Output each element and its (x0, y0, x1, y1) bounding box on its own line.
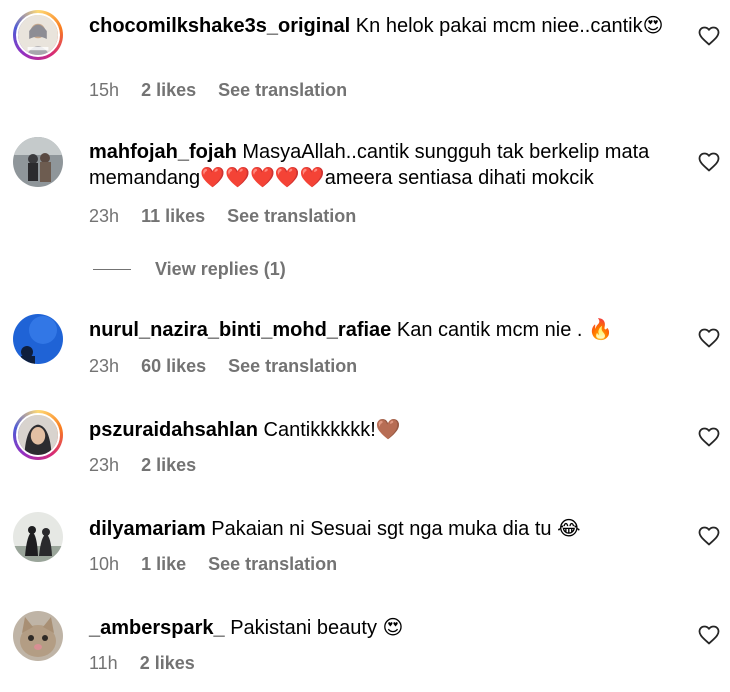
comment-username[interactable]: _amberspark_ (89, 617, 225, 639)
comment-text: dilyamariam Pakaian ni Sesuai sgt nga mu… (89, 515, 689, 542)
comment-username[interactable]: mahfojah_fojah (89, 141, 237, 163)
avatar[interactable] (13, 10, 63, 60)
comment-meta: 23h 2 likes (89, 455, 213, 476)
emoji: 🔥 (588, 317, 613, 341)
comment-body: Kn helok pakai mcm niee..cantik (355, 15, 643, 37)
comment-likes[interactable]: 60 likes (141, 356, 206, 376)
heart-outline-icon[interactable] (697, 425, 721, 449)
comment-time: 11h (89, 653, 118, 673)
comment-likes[interactable]: 2 likes (140, 653, 195, 673)
view-replies-button[interactable]: View replies (1) (93, 258, 286, 280)
heart-outline-icon[interactable] (697, 24, 721, 48)
emoji: 😂 (557, 516, 581, 540)
heart-outline-icon[interactable] (697, 150, 721, 174)
comment-body: Kan cantik mcm nie . (396, 319, 583, 341)
see-translation-link[interactable]: See translation (227, 206, 356, 226)
see-translation-link[interactable]: See translation (208, 554, 337, 574)
comment-time: 23h (89, 455, 120, 475)
avatar[interactable] (13, 137, 63, 187)
heart-outline-icon[interactable] (697, 623, 721, 647)
comment-body: Pakaian ni Sesuai sgt nga muka dia tu (211, 518, 552, 540)
avatar[interactable] (13, 314, 63, 364)
comment-meta: 10h 1 like See translation (89, 554, 354, 575)
comment-body: Pakistani beauty (230, 617, 377, 639)
replies-divider (93, 268, 131, 270)
see-translation-link[interactable]: See translation (228, 356, 357, 376)
comment-text: chocomilkshake3s_original Kn helok pakai… (89, 12, 689, 39)
comment-meta: 23h 11 likes See translation (89, 206, 373, 227)
comment-text: _amberspark_ Pakistani beauty 😍 (89, 614, 689, 641)
comment-text: nurul_nazira_binti_mohd_rafiae Kan canti… (89, 316, 689, 343)
comment-text: pszuraidahsahlan Cantikkkkkk!🤎 (89, 416, 689, 443)
avatar[interactable] (13, 611, 63, 661)
comment-meta: 15h 2 likes See translation (89, 80, 364, 101)
heart-outline-icon[interactable] (697, 326, 721, 350)
comment-username[interactable]: pszuraidahsahlan (89, 419, 258, 441)
view-replies-label: View replies (1) (155, 258, 286, 279)
comment-text: mahfojah_fojah MasyaAllah..cantik sunggu… (89, 139, 689, 191)
comment-body: Cantikkkkkk! (263, 419, 376, 441)
comment-likes[interactable]: 2 likes (141, 80, 196, 100)
comment-username[interactable]: chocomilkshake3s_original (89, 15, 350, 37)
emoji: 😍 (382, 615, 404, 639)
emoji: 🤎 (375, 417, 401, 441)
comments-list: chocomilkshake3s_original Kn helok pakai… (0, 0, 730, 692)
heart-outline-icon[interactable] (697, 524, 721, 548)
comment-username[interactable]: nurul_nazira_binti_mohd_rafiae (89, 319, 391, 341)
avatar[interactable] (13, 512, 63, 562)
comment-time: 10h (89, 554, 120, 574)
comment-likes[interactable]: 2 likes (141, 455, 196, 475)
comment-time: 23h (89, 356, 120, 376)
comment-meta: 11h 2 likes (89, 653, 212, 674)
comment-time: 23h (89, 206, 120, 226)
comment-username[interactable]: dilyamariam (89, 518, 206, 540)
comment-meta: 23h 60 likes See translation (89, 356, 374, 377)
comment-likes[interactable]: 11 likes (141, 206, 205, 226)
avatar[interactable] (13, 410, 63, 460)
comment-time: 15h (89, 80, 120, 100)
see-translation-link[interactable]: See translation (218, 80, 347, 100)
comment-likes[interactable]: 1 like (141, 554, 186, 574)
emoji: 😍 (642, 13, 664, 37)
